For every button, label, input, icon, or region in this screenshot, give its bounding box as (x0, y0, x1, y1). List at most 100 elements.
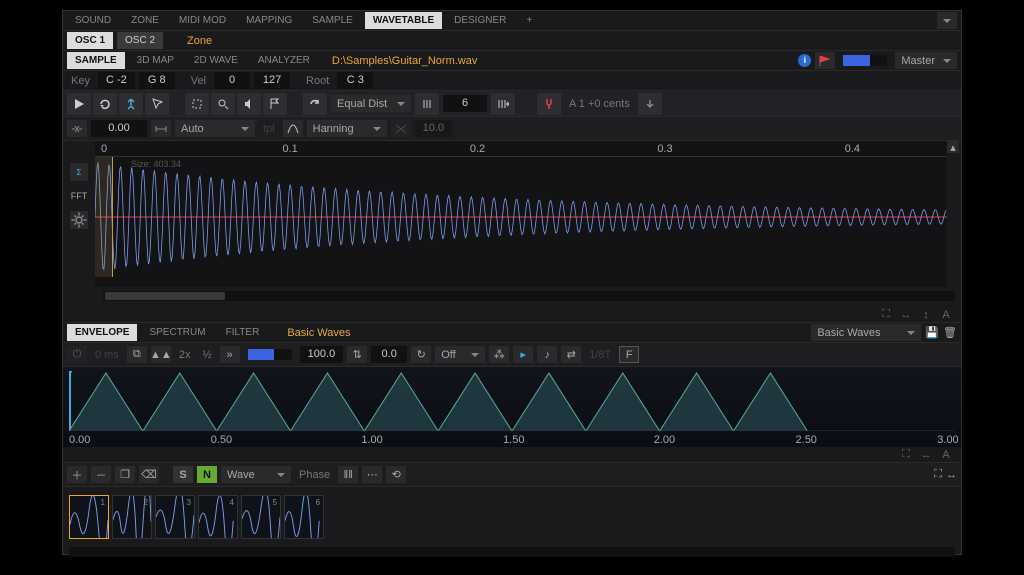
tab-midimod[interactable]: MIDI MOD (171, 12, 234, 29)
envelope-tab[interactable]: ENVELOPE (67, 324, 137, 341)
vel-low[interactable]: 0 (214, 72, 250, 89)
remove-thumb-button[interactable]: － (91, 466, 111, 483)
offset-icon[interactable]: ⇅ (347, 346, 367, 363)
add-tab-button[interactable]: + (518, 12, 538, 29)
lock-icon[interactable]: A (939, 308, 953, 322)
wave-thumb-2[interactable]: 2 (112, 495, 152, 539)
cursor-button[interactable] (145, 93, 169, 115)
wave-thumb-1[interactable]: 1 (69, 495, 109, 539)
pitch-down-icon[interactable] (638, 93, 662, 115)
loop-button[interactable] (93, 93, 117, 115)
osc2-tab[interactable]: OSC 2 (117, 32, 163, 49)
thumb-expand-icon[interactable]: ⛶ (934, 468, 942, 481)
marker-count[interactable]: 6 (443, 95, 487, 112)
offset-value[interactable]: 0.0 (371, 346, 407, 363)
env-zoom-h-icon[interactable]: ↔ (919, 448, 933, 462)
expand-icon[interactable]: ⛶ (879, 308, 893, 322)
loop-mode-dropdown[interactable]: Auto (175, 120, 255, 137)
fft-label[interactable]: FFT (70, 187, 88, 205)
speaker-icon[interactable] (237, 93, 261, 115)
tuning-fork-icon[interactable] (537, 93, 561, 115)
wave-thumb-3[interactable]: 3 (155, 495, 195, 539)
env-delete-icon[interactable]: 🗑 (943, 326, 957, 339)
envelope-display[interactable]: 0.00 0.50 1.00 1.50 2.00 2.50 3.00 (63, 367, 961, 447)
wavetable-thumbnails[interactable]: 1 2 3 4 5 6 (63, 487, 961, 547)
zoom-h-icon[interactable]: ↔ (899, 308, 913, 322)
env-a-icon[interactable]: A (939, 448, 953, 462)
snap-button[interactable] (119, 93, 143, 115)
window-shape-icon[interactable] (283, 120, 303, 137)
tab-wavetable[interactable]: WAVETABLE (365, 12, 442, 29)
note-icon[interactable]: ♪ (537, 346, 557, 363)
sample-file-path[interactable]: D:\Samples\Guitar_Norm.wav (322, 55, 478, 67)
selection-region[interactable] (95, 157, 113, 277)
tab-sample[interactable]: SAMPLE (304, 12, 361, 29)
sync-mode-dropdown[interactable]: Off (435, 346, 485, 363)
subtab-analyzer[interactable]: ANALYZER (250, 52, 318, 69)
wave-thumb-5[interactable]: 5 (241, 495, 281, 539)
zoom-tool[interactable] (211, 93, 235, 115)
duplicate-thumb-button[interactable]: ❐ (115, 466, 135, 483)
phase-dots-icon[interactable]: ⋯ (362, 466, 382, 483)
phase-reset-icon[interactable]: ⟲ (386, 466, 406, 483)
subtab-2dwave[interactable]: 2D WAVE (186, 52, 246, 69)
thumb-zoom-icon[interactable]: ↔ (946, 469, 957, 481)
fast-forward-icon[interactable]: » (220, 346, 240, 363)
trim-icon[interactable] (67, 120, 87, 137)
env-expand-icon[interactable]: ⛶ (899, 448, 913, 462)
link-icon[interactable]: ⧉ (127, 346, 147, 363)
key-low[interactable]: C -2 (98, 72, 135, 89)
osc1-tab[interactable]: OSC 1 (67, 32, 113, 49)
level-slider[interactable] (248, 349, 292, 360)
waveform-time-ruler[interactable]: 0 0.1 0.2 0.3 0.4 (95, 141, 947, 157)
apply-markers-icon[interactable] (491, 93, 515, 115)
subtab-3dmap[interactable]: 3D MAP (129, 52, 182, 69)
sigma-icon[interactable]: Σ (70, 163, 88, 181)
tab-zone[interactable]: ZONE (123, 12, 167, 29)
s-button[interactable]: S (173, 466, 193, 483)
fixed-pitch-value[interactable]: A 1 +0 cents (565, 98, 634, 110)
panel-menu-icon[interactable] (937, 12, 957, 29)
n-button[interactable]: N (197, 466, 217, 483)
tab-sound[interactable]: SOUND (67, 12, 119, 29)
zoom-v-icon[interactable]: ↕ (919, 308, 933, 322)
swap-icon[interactable]: ⇄ (561, 346, 581, 363)
probability-icon[interactable]: ⁂ (489, 346, 509, 363)
root-key[interactable]: C 3 (337, 72, 373, 89)
phase-bars-icon[interactable]: ‖‖ (338, 466, 358, 483)
waveform-plot[interactable] (95, 157, 947, 277)
refresh-icon[interactable]: ↻ (411, 346, 431, 363)
filter-tab[interactable]: FILTER (218, 324, 268, 341)
env-save-icon[interactable]: 💾 (925, 326, 939, 339)
info-icon[interactable]: i (798, 54, 811, 67)
wave-thumb-4[interactable]: 4 (198, 495, 238, 539)
flag-icon[interactable] (815, 52, 835, 69)
play-button[interactable] (67, 93, 91, 115)
gear-icon[interactable] (70, 211, 88, 229)
mountain-icon[interactable]: ▲▲ (151, 346, 171, 363)
waveform-h-scrollbar[interactable] (103, 291, 955, 301)
output-dropdown[interactable]: Master (895, 52, 957, 69)
tab-mapping[interactable]: MAPPING (238, 12, 300, 29)
spectrum-tab[interactable]: SPECTRUM (141, 324, 213, 341)
redo-icon[interactable] (303, 93, 327, 115)
key-high[interactable]: G 8 (139, 72, 175, 89)
half-label[interactable]: ½ (198, 349, 215, 361)
envelope-preset-dropdown[interactable]: Basic Waves (811, 324, 921, 341)
level-value[interactable]: 100.0 (300, 346, 344, 363)
subtab-sample[interactable]: SAMPLE (67, 52, 125, 69)
wave-mode-dropdown[interactable]: Wave (221, 466, 291, 483)
play-env-icon[interactable]: ▸ (513, 346, 533, 363)
length-icon[interactable] (151, 120, 171, 137)
mult2-label[interactable]: 2x (175, 349, 195, 361)
markers-icon[interactable] (415, 93, 439, 115)
add-thumb-button[interactable]: ＋ (67, 466, 87, 483)
waveform-main[interactable]: 0 0.1 0.2 0.3 0.4 Size: 403.34 (95, 141, 947, 287)
vscroll-up-icon[interactable]: ▴ (947, 141, 959, 153)
start-position[interactable]: 0.00 (91, 120, 147, 137)
clear-thumb-button[interactable]: ⌫ (139, 466, 159, 483)
thumbnail-h-scrollbar[interactable] (69, 547, 955, 557)
tab-designer[interactable]: DESIGNER (446, 12, 514, 29)
flag-tool[interactable] (263, 93, 287, 115)
volume-slider[interactable] (843, 55, 887, 66)
